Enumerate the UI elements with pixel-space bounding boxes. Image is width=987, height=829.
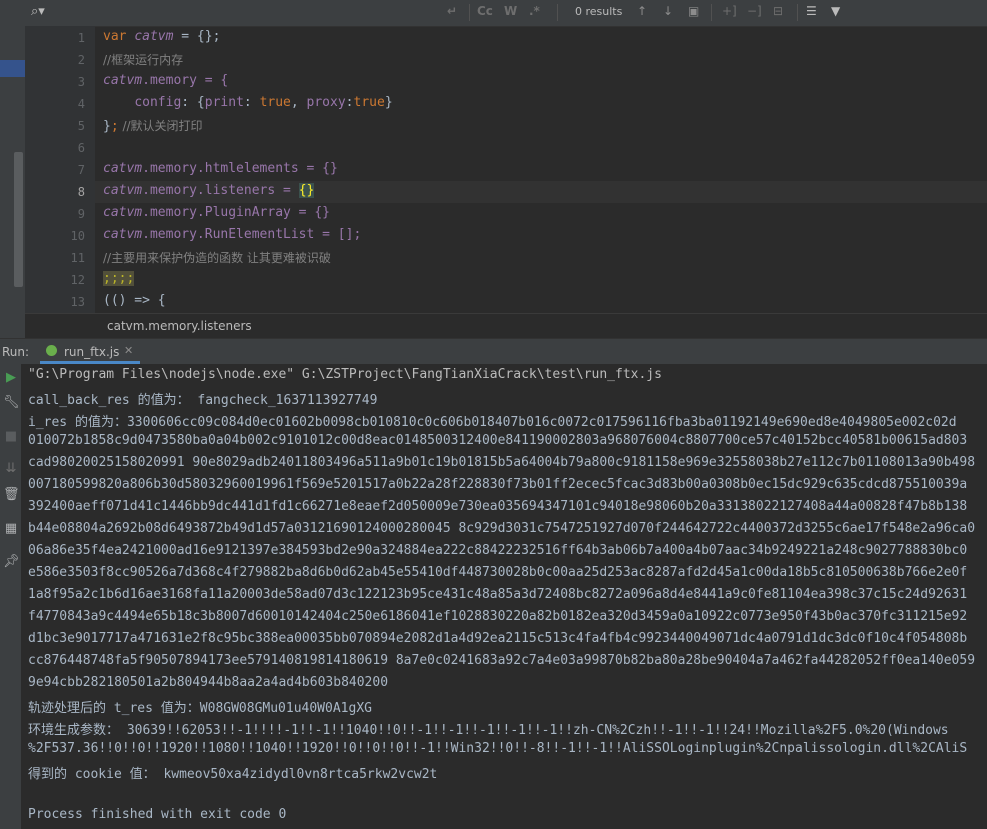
console-line: i_res 的值为：3300606cc09c084d0ec01602b0098c… <box>28 415 957 430</box>
code-line: (() => { <box>103 293 166 308</box>
code-token: config <box>134 95 182 110</box>
code-line: catvm.memory.PluginArray = {} <box>103 205 330 220</box>
code-token: } <box>103 119 111 134</box>
console-line: 06a86e35f4ea2421000ad16e9121397e384593bd… <box>28 543 968 558</box>
code-line: //主要用来保护伪造的函数 让其更难被识破 <box>103 249 331 266</box>
code-comment: //默认关闭打印 <box>118 119 203 133</box>
code-token: : <box>345 95 354 110</box>
console-line: call_back_res 的值为： fangcheck_16371139277… <box>28 393 378 408</box>
console-line: 环境生成参数： 30639!!62053!!-1!!!!-1!!-1!!1040… <box>28 723 949 738</box>
find-bar: ⌕▾ ↵ Cc W .* 0 results ↑ ↓ ▣ +] −] ⊟ ☰ ▼ <box>25 0 987 27</box>
code-line: config: {print: true, proxy:true} <box>103 95 393 110</box>
regex-toggle[interactable]: .* <box>529 4 540 18</box>
console-line: 392400aeff071d41c1446bb9dc441d1fd1c66271… <box>28 499 968 514</box>
code-line: }; //默认关闭打印 <box>103 117 203 134</box>
code-token: } <box>384 95 393 110</box>
console-line: f4770843a9c4494e65b18c3b8007d60010142404… <box>28 609 968 624</box>
separator <box>711 4 712 21</box>
console-line: cad98020025158020991 90e8029adb240118034… <box>28 455 976 470</box>
code-comment: //框架运行内存 <box>103 53 184 67</box>
code-token: .memory.htmlelements = {} <box>142 161 338 176</box>
code-token: : <box>243 95 260 110</box>
close-icon[interactable]: ✕ <box>124 344 133 357</box>
code-token: (() => { <box>103 293 166 308</box>
separator <box>557 4 558 21</box>
code-token: catvm <box>134 29 174 44</box>
console-line: d1bc3e9017717a471631e2f8c95bc388ea00035b… <box>28 631 968 646</box>
code-token: catvm <box>103 227 143 242</box>
code-token: catvm <box>103 205 143 220</box>
code-comment: //主要用来保护伪造的函数 让其更难被识破 <box>103 251 331 265</box>
code-line: //框架运行内存 <box>103 51 183 68</box>
code-token: , <box>290 95 307 110</box>
remove-selection-icon[interactable]: −] <box>747 4 762 18</box>
code-token: : { <box>181 95 205 110</box>
run-config-icon <box>46 345 57 356</box>
code-token: var <box>103 29 127 44</box>
next-occurrence-icon[interactable]: ↓ <box>663 4 673 18</box>
code-token: = {}; <box>173 29 221 44</box>
console-lines: "G:\Program Files\nodejs\node.exe" G:\ZS… <box>0 364 987 829</box>
add-selection-icon[interactable]: +] <box>722 4 737 18</box>
console-line: b44e08804a2692b08d6493872b49d1d57a031216… <box>28 521 976 536</box>
whole-words-toggle[interactable]: W <box>504 4 517 18</box>
code-token: .memory = { <box>142 73 229 88</box>
previous-occurrence-icon[interactable]: ↑ <box>637 4 647 18</box>
warning-highlight: ;;;; <box>103 271 135 286</box>
run-label: Run: <box>2 345 30 359</box>
filter-icon[interactable]: ▼ <box>831 4 840 18</box>
console-line: %2F537.36!!0!!0!!1920!!1080!!1040!!1920!… <box>28 741 968 756</box>
console-line: "G:\Program Files\nodejs\node.exe" G:\ZS… <box>28 367 662 382</box>
code-token: ; <box>110 119 119 134</box>
breadcrumb: catvm.memory.listeners <box>25 313 987 339</box>
code-line: ;;;; <box>103 271 135 286</box>
match-case-toggle[interactable]: Cc <box>477 4 493 18</box>
breadcrumb-item[interactable]: catvm.memory.listeners <box>107 319 252 333</box>
separator <box>469 4 470 21</box>
console-line: 轨迹处理后的 t_res 值为：W08GW08GMu01u40W0A1gXG <box>28 701 372 716</box>
search-icon[interactable]: ⌕▾ <box>31 4 45 19</box>
code-token: print <box>204 95 244 110</box>
search-results-count: 0 results <box>575 5 623 18</box>
console-line: 007180599820a806b30d58032960019961f569e5… <box>28 477 968 492</box>
code-line: var catvm = {}; <box>103 29 220 44</box>
code-line: catvm.memory.RunElementList = []; <box>103 227 361 242</box>
code-editor[interactable]: var catvm = {}; //框架运行内存 catvm.memory = … <box>0 26 987 313</box>
code-token: .memory.listeners = <box>142 183 299 198</box>
filter-lines-icon[interactable]: ☰ <box>806 4 817 18</box>
code-token: catvm <box>103 183 143 198</box>
console-line: e586e3503f8cc90526a7d368c4f279882ba8d6b0… <box>28 565 968 580</box>
tab-run-ftx[interactable]: run_ftx.js ✕ <box>40 339 140 364</box>
console-line: 9e94cbb282180501a2b804944b8aa2a4ad4b603b… <box>28 675 389 690</box>
separator <box>797 4 798 21</box>
code-line: catvm.memory = { <box>103 73 228 88</box>
code-token: proxy <box>306 95 346 110</box>
console-line: 010072b1858c9d0473580ba0a04b002c9101012c… <box>28 433 968 448</box>
code-token: .memory.RunElementList = []; <box>142 227 362 242</box>
select-all-occurrences-icon[interactable]: ▣ <box>688 4 699 18</box>
code-token: catvm <box>103 73 143 88</box>
brace-match-highlight: {} <box>298 183 315 198</box>
code-line: catvm.memory.listeners = {} <box>103 183 315 198</box>
console-line: cc876448748fa5f90507894173ee579140819814… <box>28 653 976 668</box>
console-line: 1a8f95a2c1b6d16ae3168fa11a20003de58ad07d… <box>28 587 968 602</box>
code-token: catvm <box>103 161 143 176</box>
tab-label: run_ftx.js <box>64 345 120 359</box>
run-toolwindow-header: Run: run_ftx.js ✕ <box>0 338 987 365</box>
console-line: Process finished with exit code 0 <box>28 807 287 822</box>
code-token: true <box>259 95 291 110</box>
select-all-icon[interactable]: ⊟ <box>773 4 783 18</box>
code-token: .memory.PluginArray = {} <box>142 205 330 220</box>
code-line: catvm.memory.htmlelements = {} <box>103 161 338 176</box>
console-line: 得到的 cookie 值： kwmeov50xa4zidydl0vn8rtca5… <box>28 767 438 782</box>
code-token: true <box>353 95 385 110</box>
new-line-icon[interactable]: ↵ <box>447 4 457 18</box>
